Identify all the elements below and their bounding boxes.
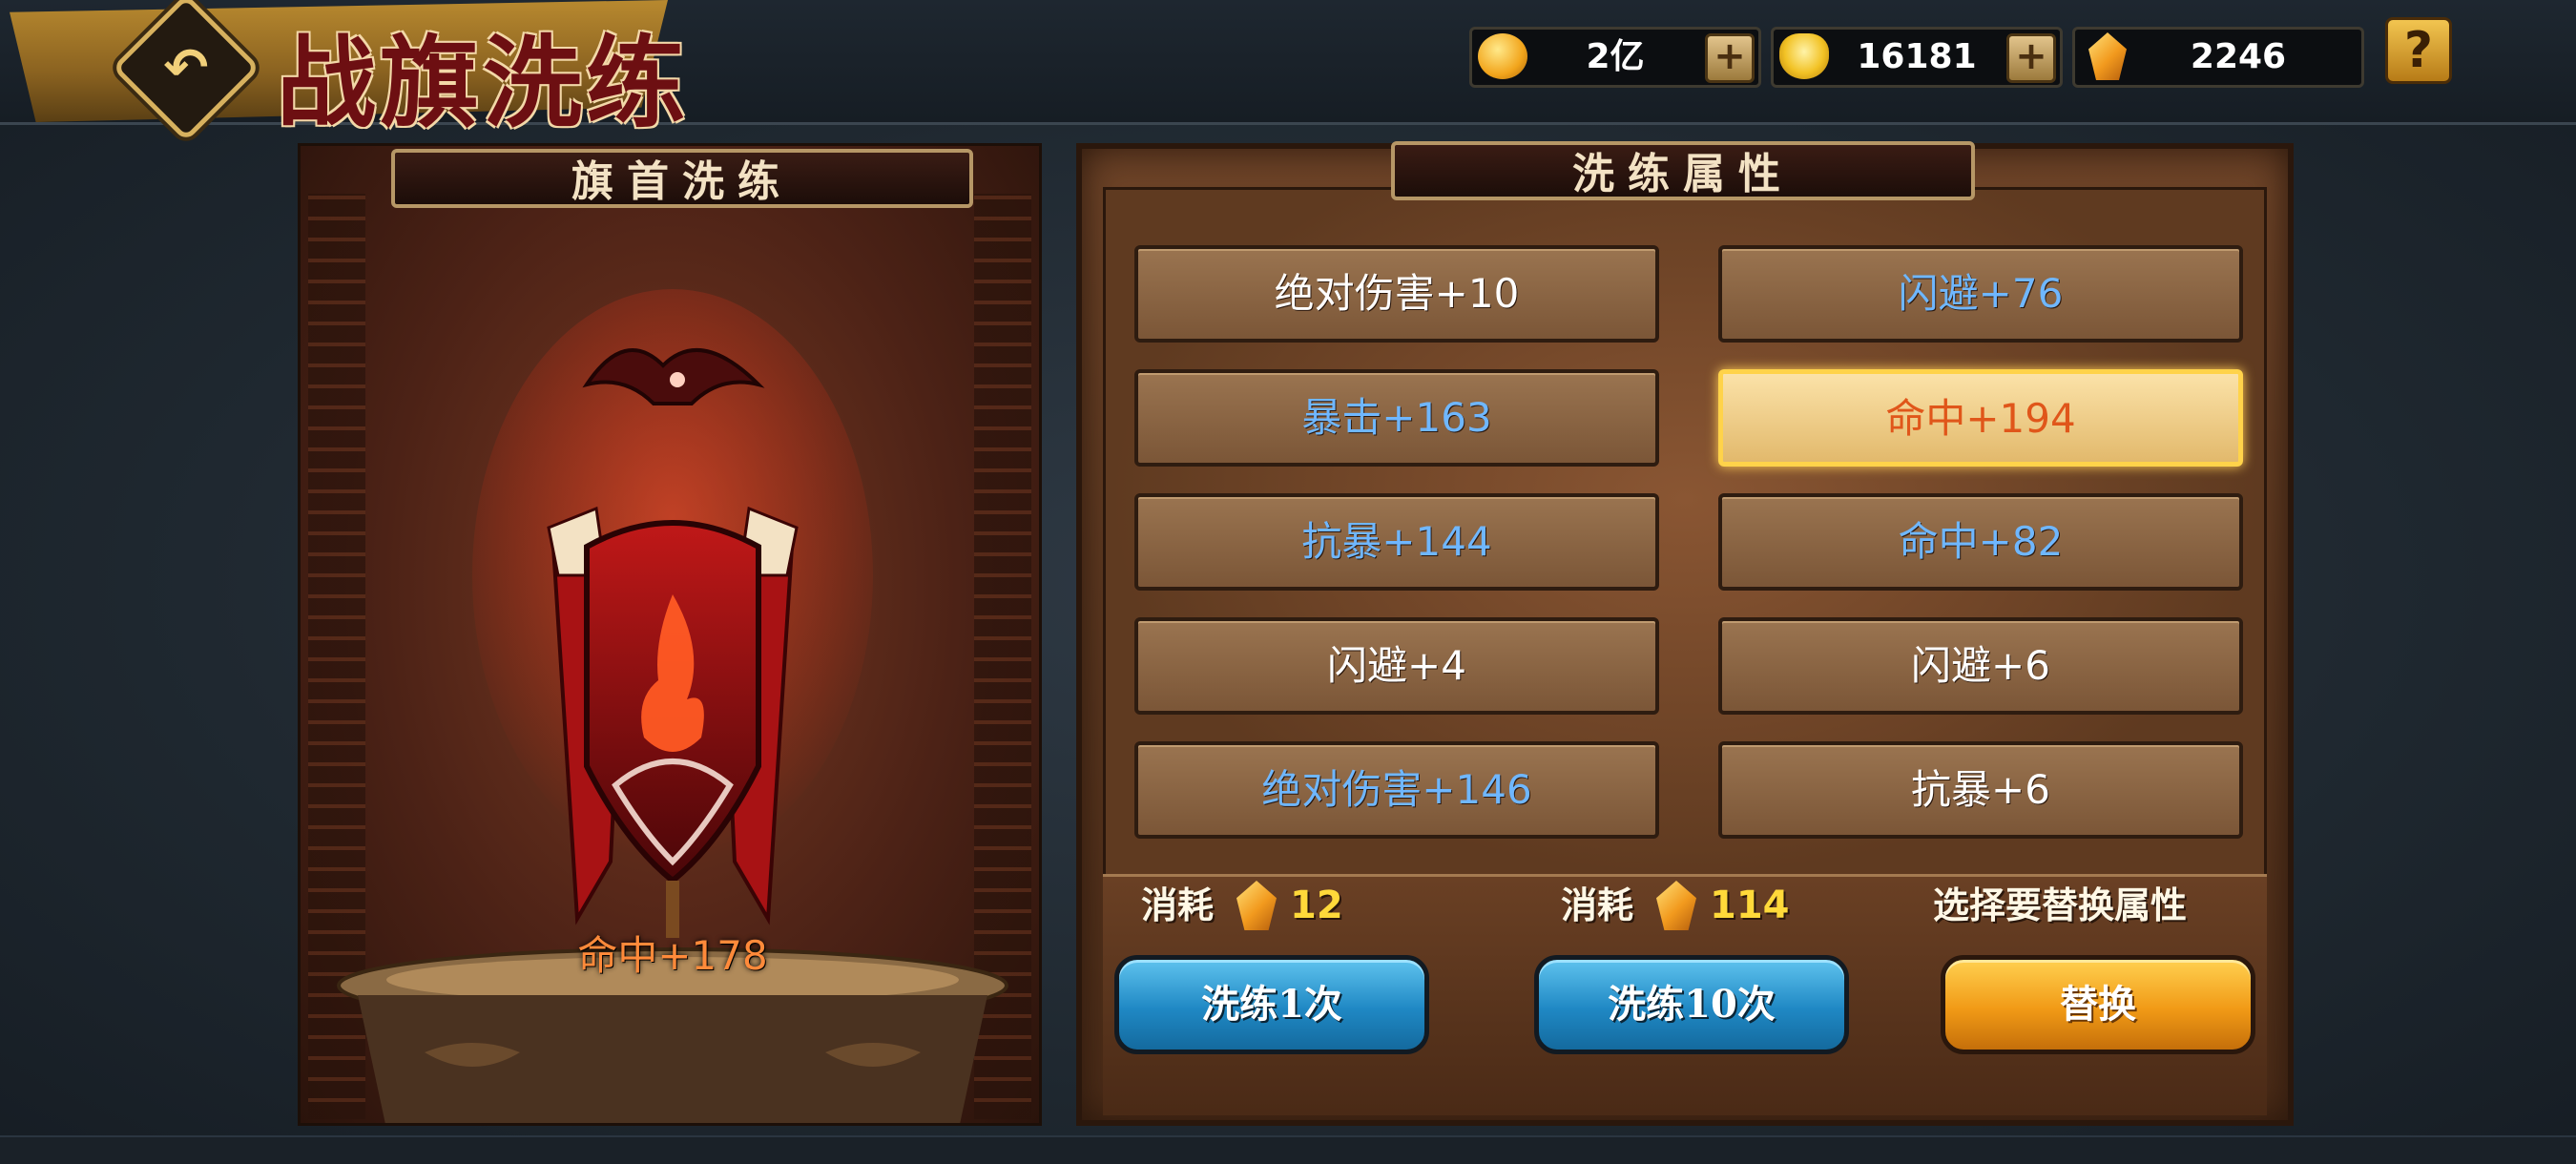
attribute-option[interactable]: 闪避+4 (1134, 617, 1659, 715)
flag-gem-icon (1656, 881, 1696, 930)
gold-coin-icon (1478, 33, 1527, 79)
attribute-option[interactable]: 抗暴+6 (1718, 741, 2243, 839)
attribute-option[interactable]: 闪避+76 (1718, 245, 2243, 343)
refine-attributes-tab: 洗练属性 (1391, 141, 1975, 200)
flag-head-panel: 旗首洗练 命中+178 (298, 143, 1042, 1126)
replace-button[interactable]: 替换 (1941, 955, 2255, 1054)
cost-value: 114 (1710, 883, 1790, 927)
attribute-option[interactable]: 抗暴+144 (1134, 493, 1659, 591)
flag-current-stat: 命中+178 (577, 932, 768, 979)
flag-gem-icon (1236, 881, 1277, 930)
page-title: 战旗洗练 (277, 24, 690, 141)
help-button[interactable]: ? (2385, 17, 2452, 84)
top-bar: ↶ 战旗洗练 2亿 + 16181 + 2246 ? (0, 0, 2576, 142)
ingot-value: 16181 (1857, 37, 1977, 76)
refine-once-button[interactable]: 洗练1次 (1114, 955, 1429, 1054)
gold-value: 2亿 (1586, 37, 1645, 76)
attribute-option[interactable]: 暴击+163 (1134, 369, 1659, 467)
gem-value: 2246 (2190, 37, 2287, 76)
add-ingot-button[interactable]: + (2006, 33, 2056, 83)
back-arrow-icon: ↶ (163, 36, 209, 99)
attribute-grid: 绝对伤害+10 闪避+76 暴击+163 命中+194 抗暴+144 命中+82… (1103, 187, 2267, 880)
gem-currency: 2246 (2072, 27, 2364, 88)
refine-attributes-panel: 绝对伤害+10 闪避+76 暴击+163 命中+194 抗暴+144 命中+82… (1076, 141, 2294, 1126)
gold-ingot-icon (1779, 33, 1829, 79)
cost-value: 12 (1290, 883, 1343, 927)
flag-head-tab: 旗首洗练 (391, 149, 973, 208)
attribute-option[interactable]: 绝对伤害+10 (1134, 245, 1659, 343)
refine-actions: 消耗 12 消耗 114 选择要替换属性 洗练1次 洗练10次 替换 (1103, 874, 2267, 1115)
attribute-option[interactable]: 闪避+6 (1718, 617, 2243, 715)
flag-gem-icon (2088, 32, 2127, 80)
replace-hint: 选择要替换属性 (1933, 883, 2188, 926)
cost-label: 消耗 (1141, 883, 1215, 926)
cost-label: 消耗 (1561, 883, 1634, 926)
attribute-option[interactable]: 绝对伤害+146 (1134, 741, 1659, 839)
bottom-bar (0, 1135, 2576, 1164)
attribute-option-selected[interactable]: 命中+194 (1718, 369, 2243, 467)
refine-ten-button[interactable]: 洗练10次 (1534, 955, 1849, 1054)
gold-currency: 2亿 + (1469, 27, 1761, 88)
ingot-currency: 16181 + (1771, 27, 2063, 88)
attribute-option[interactable]: 命中+82 (1718, 493, 2243, 591)
add-gold-button[interactable]: + (1705, 33, 1755, 83)
war-flag-icon (472, 289, 873, 938)
